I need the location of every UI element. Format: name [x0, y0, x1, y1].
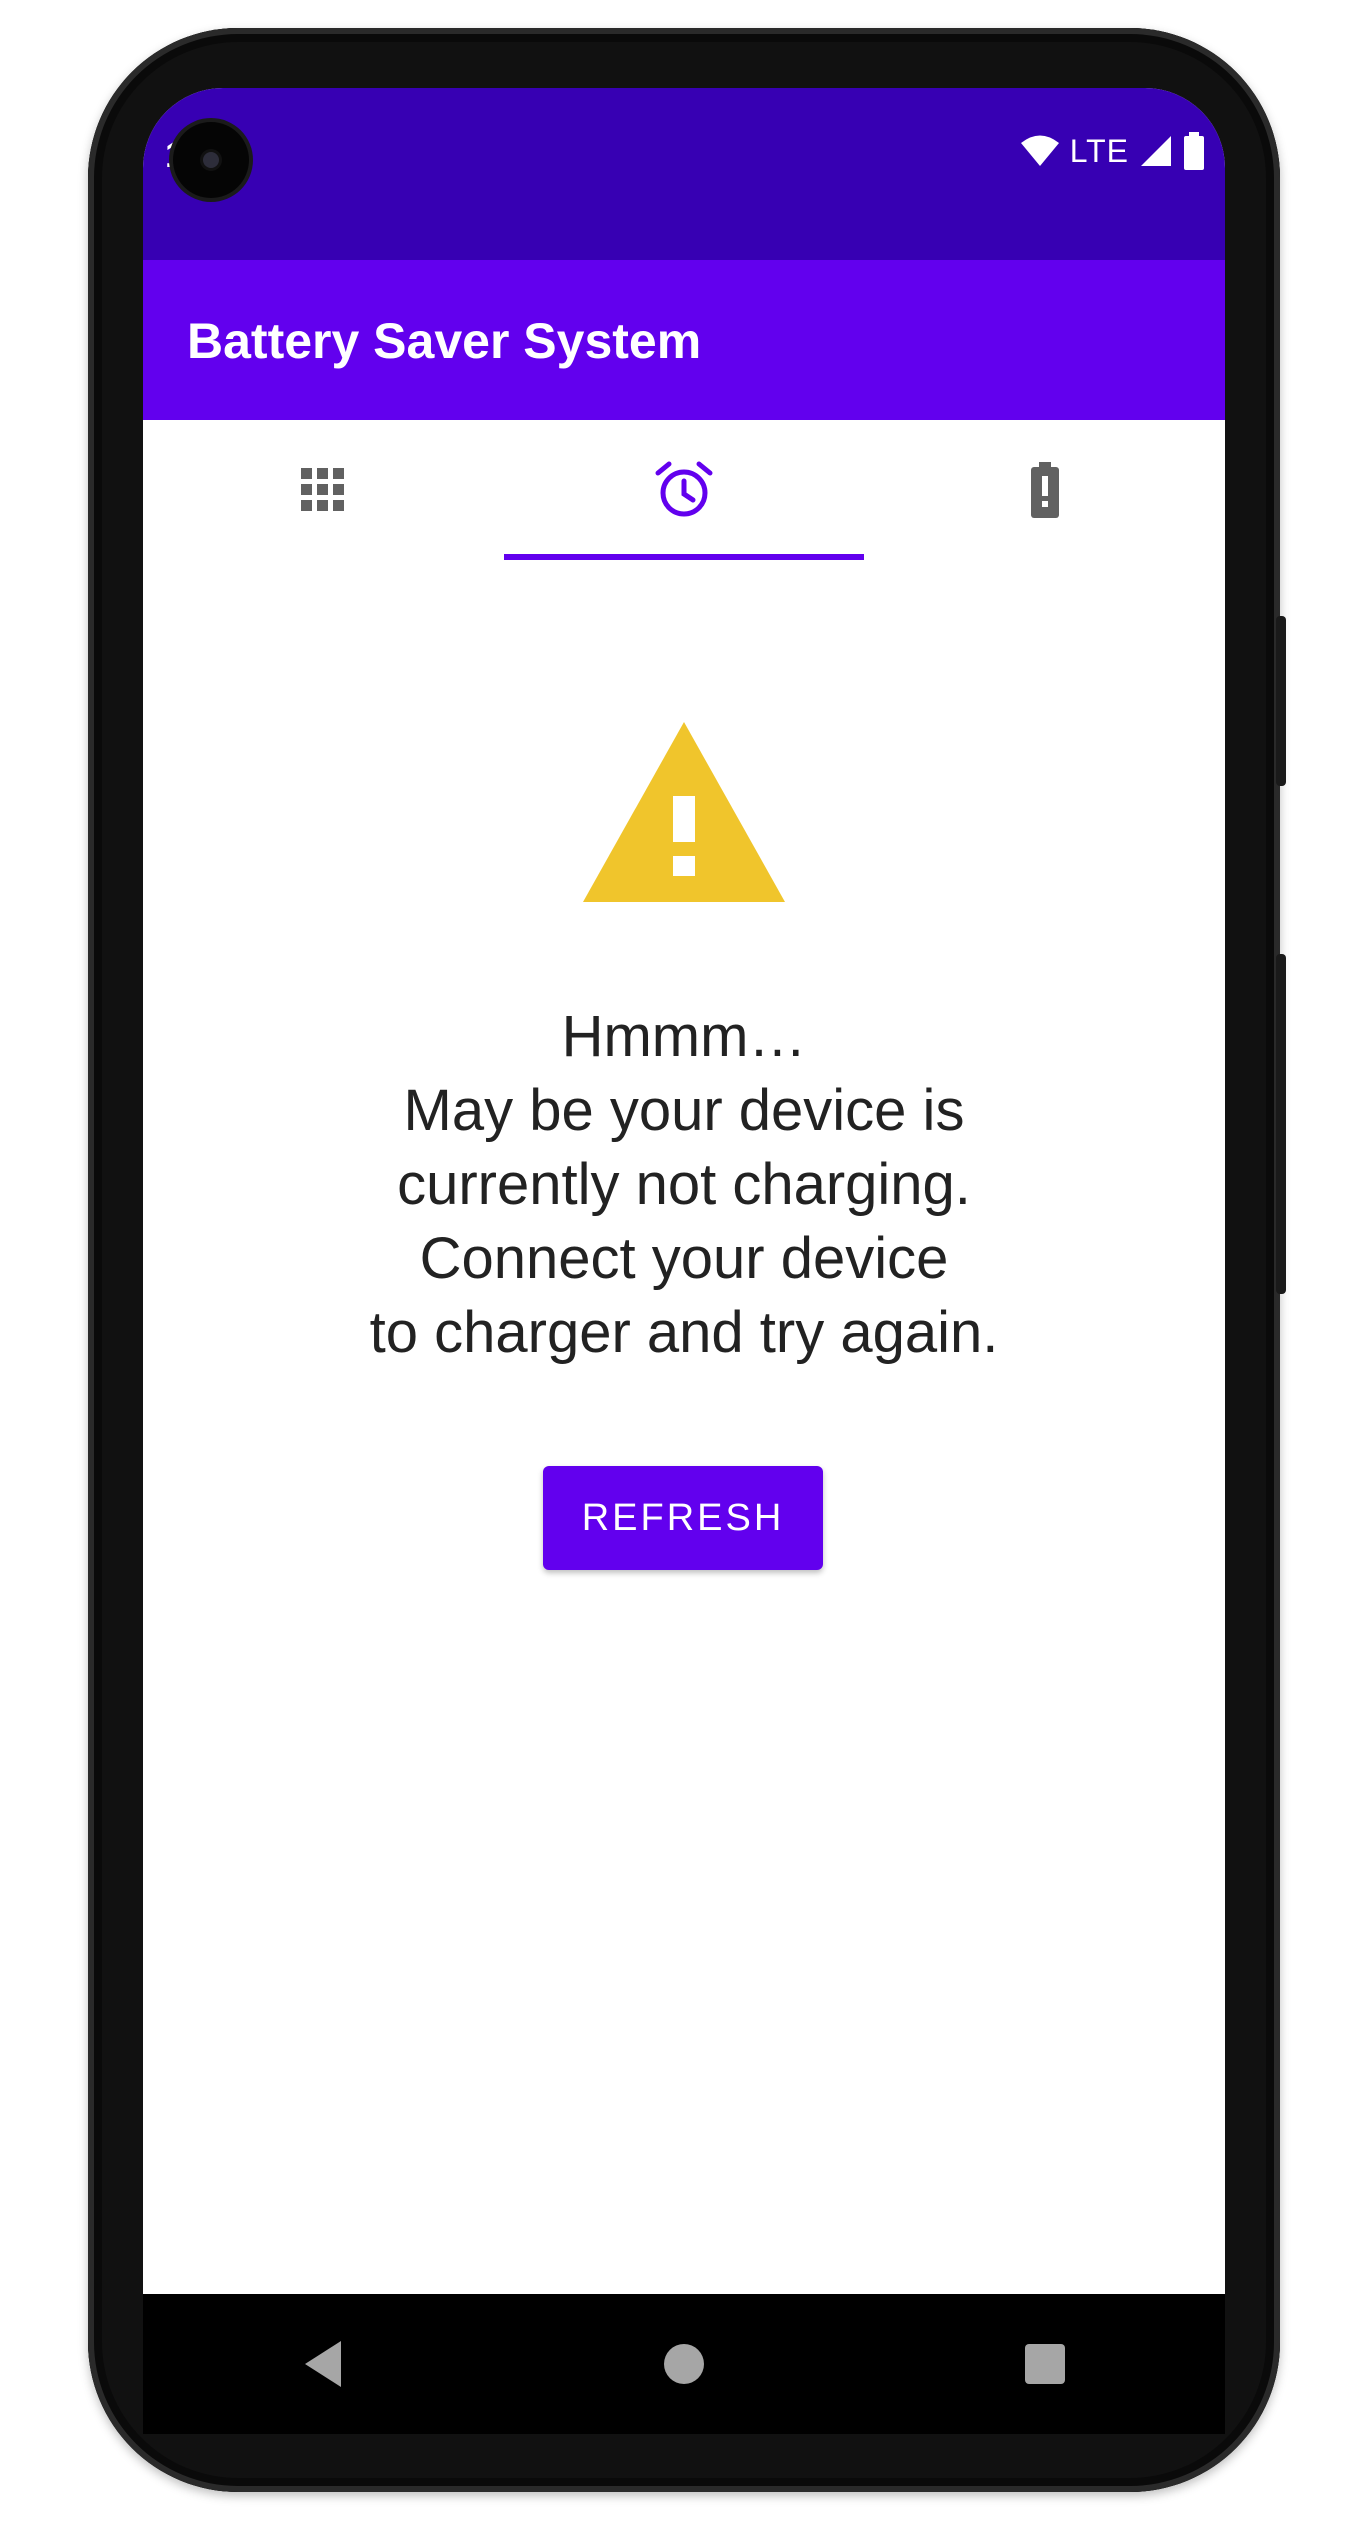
message-line: to charger and try again.	[369, 1300, 999, 1365]
tab-bar	[143, 420, 1225, 560]
volume-button	[1276, 616, 1286, 786]
tab-apps[interactable]	[143, 420, 504, 560]
status-bar: 1 0 LTE	[143, 88, 1225, 260]
message-line: currently not charging.	[397, 1152, 971, 1217]
app-title: Battery Saver System	[187, 313, 702, 369]
status-icons: LTE	[1020, 132, 1205, 170]
home-icon[interactable]	[662, 2342, 706, 2386]
recents-icon[interactable]	[1023, 2342, 1067, 2386]
alarm-clock-icon	[655, 461, 713, 517]
tab-alarm[interactable]	[503, 420, 865, 560]
message-line: Connect your device	[419, 1226, 949, 1291]
navigation-bar	[143, 2294, 1225, 2434]
wifi-icon	[1020, 135, 1059, 166]
network-type-label: LTE	[1069, 132, 1129, 169]
tab-battery[interactable]	[864, 420, 1225, 560]
device-frame: 1 0 LTE Battery Saver System	[0, 0, 1370, 2534]
power-button	[1276, 954, 1286, 1294]
message-line: May be your device is	[403, 1078, 965, 1143]
not-charging-message: Hmmm… May be your device is currently no…	[143, 1000, 1225, 1370]
screen: 1 0 LTE Battery Saver System	[143, 88, 1225, 2294]
signal-icon	[1141, 136, 1171, 166]
warning-triangle-icon	[583, 722, 785, 902]
front-camera	[173, 122, 249, 198]
back-icon[interactable]	[301, 2339, 345, 2389]
message-line: Hmmm…	[561, 1004, 807, 1069]
grid-icon	[301, 468, 345, 511]
battery-alert-icon	[1030, 462, 1059, 518]
refresh-button[interactable]: REFRESH	[543, 1466, 823, 1570]
main-content: Hmmm… May be your device is currently no…	[143, 560, 1225, 2294]
battery-icon	[1184, 132, 1204, 170]
app-bar: Battery Saver System	[143, 260, 1225, 420]
